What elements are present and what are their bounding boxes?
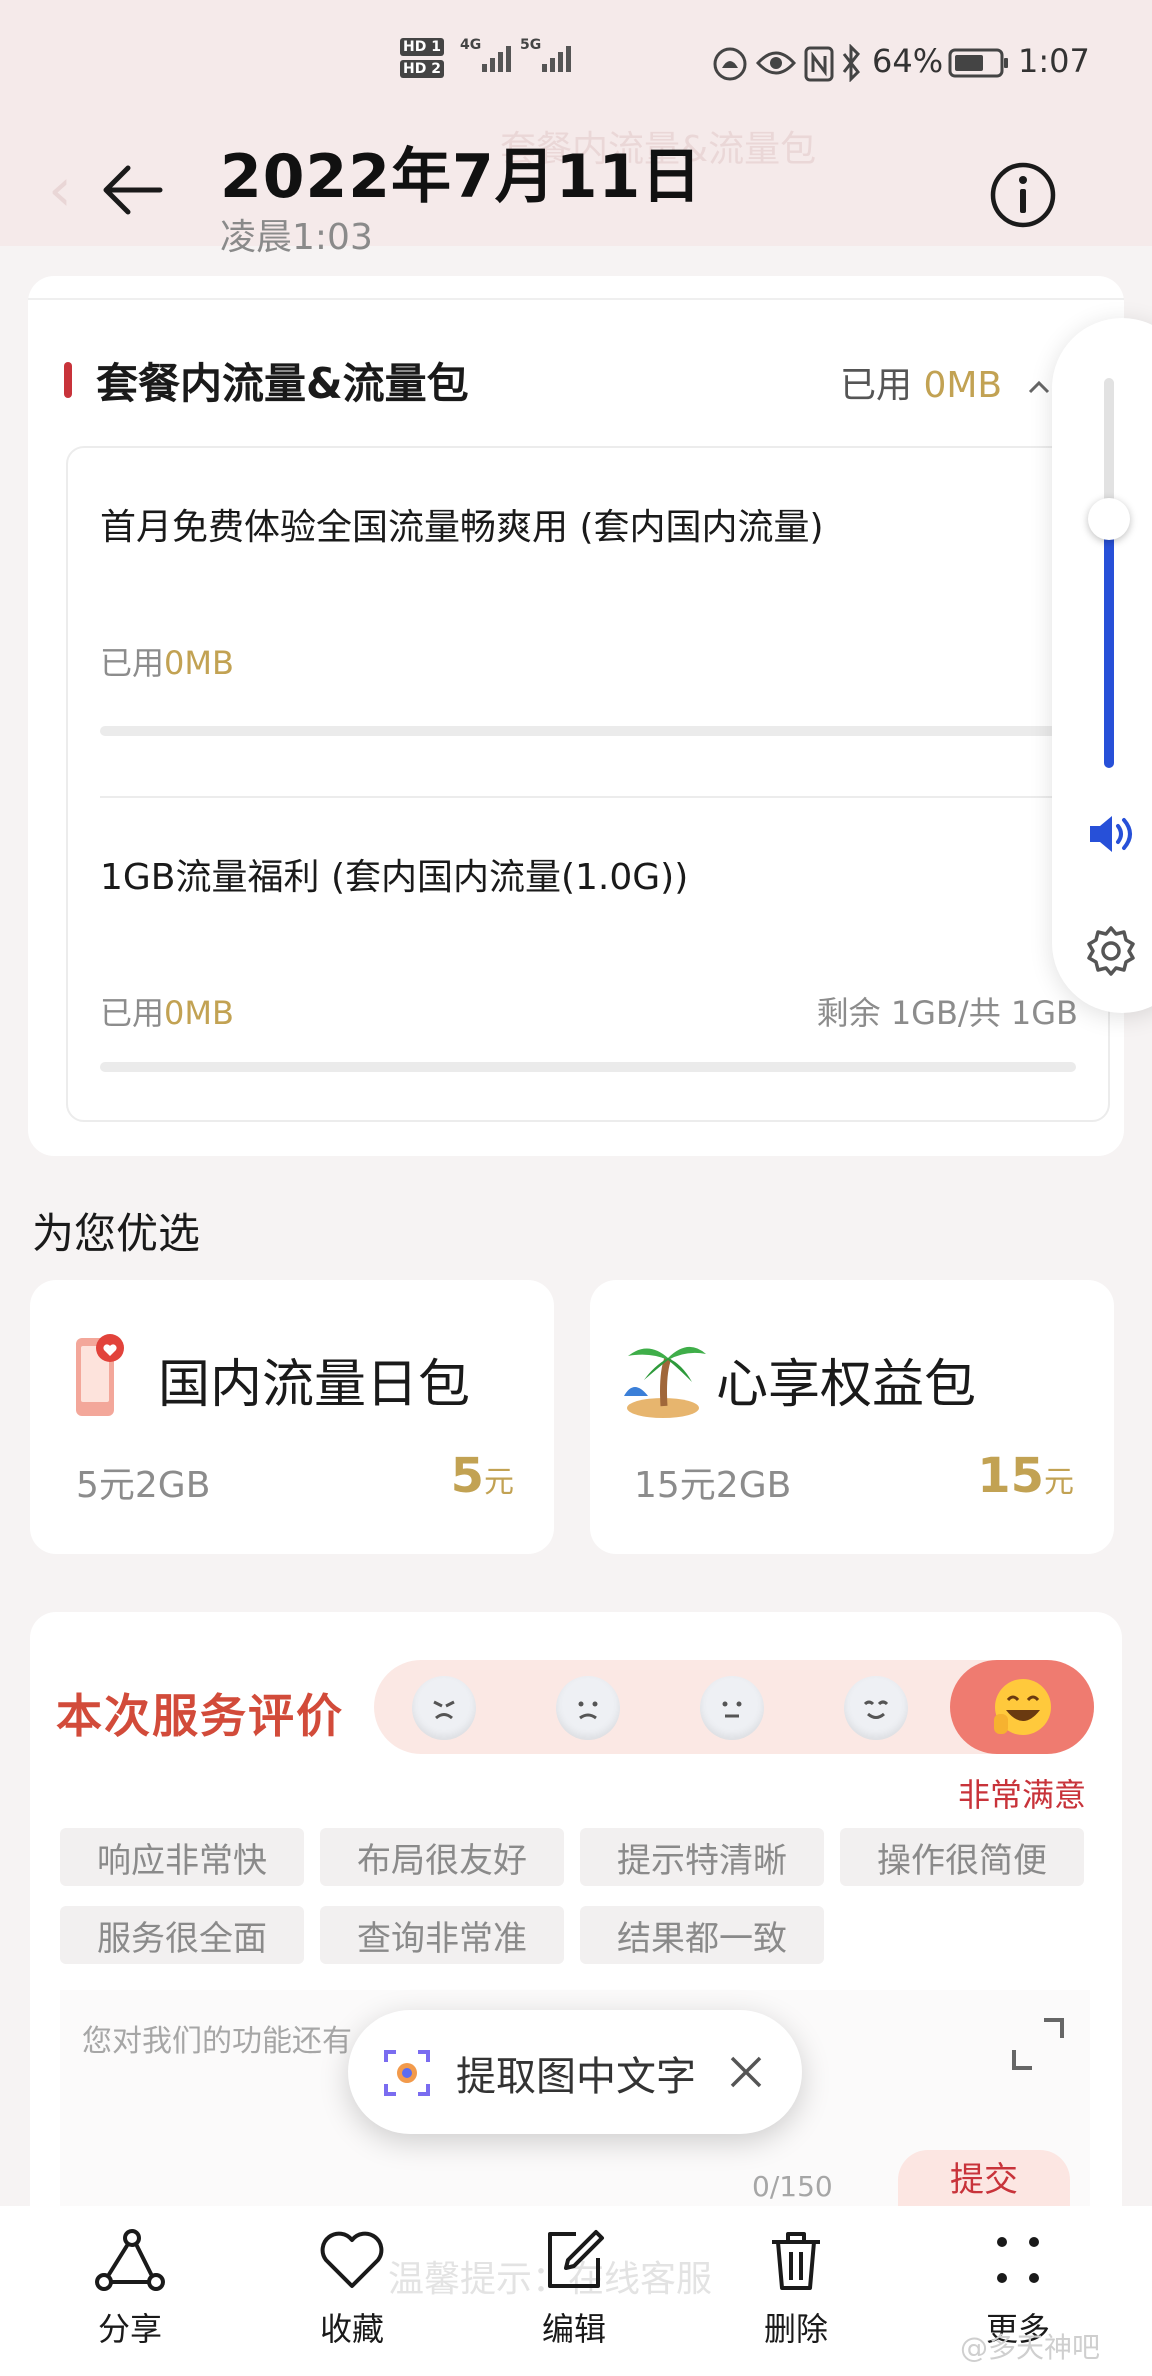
rating-tag[interactable]: 结果都一致 [580,1906,824,1964]
rating-tag[interactable]: 操作很简便 [840,1828,1084,1886]
usage-list: 首月免费体验全国流量畅爽用 (套内国内流量) 已用0MB 1GB流量福利 (套内… [66,446,1110,1122]
battery-percent: 64% [872,42,944,80]
eye-icon [756,51,796,75]
usage-item-name: 首月免费体验全国流量畅爽用 (套内国内流量) [100,507,824,548]
favorite-button[interactable]: 收藏 [282,2228,422,2350]
divider [100,796,1076,798]
sim-indicators: HD 1 HD 2 [400,38,444,78]
signal-2: 5G [520,36,571,72]
signal-1: 4G [460,36,511,72]
rating-tag[interactable]: 提示特清晰 [580,1828,824,1886]
char-counter: 0/150 [752,2170,833,2203]
speaker-icon[interactable] [1086,812,1136,856]
price-value: 15 [977,1448,1044,1504]
rating-title: 本次服务评价 [56,1689,344,1743]
smile-face-icon[interactable] [844,1676,908,1740]
usage-item-used: 已用0MB [100,638,234,684]
volume-slider-thumb[interactable] [1088,498,1130,540]
angry-face-icon[interactable] [412,1676,476,1740]
used-label: 已用 [100,994,165,1032]
offer-name: 国内流量日包 [158,1355,471,1415]
rating-tag[interactable]: 布局很友好 [320,1828,564,1886]
battery-icon [948,48,1008,78]
usage-card: 套餐内流量&流量包 已用 0MB 首月免费体验全国流量畅爽用 (套内国内流量) … [28,276,1124,1156]
volume-fill [1104,518,1114,768]
bottom-toolbar: 温馨提示：在线客服 分享 收藏 编辑 删除 更多 @多天神吧 [0,2206,1152,2376]
edit-label: 编辑 [541,2310,606,2348]
offer-price: 5元 [451,1448,514,1504]
edit-button[interactable]: 编辑 [504,2228,644,2350]
rating-selected-label: 非常满意 [958,1776,1087,1814]
rating-tag[interactable]: 查询非常准 [320,1906,564,1964]
offer-card-daily[interactable]: 国内流量日包 5元2GB 5元 [30,1280,554,1554]
usage-item-remaining: 剩余 1GB/共 1GB [816,994,1078,1032]
used-total[interactable]: 已用 0MB [840,356,1050,408]
feedback-placeholder: 您对我们的功能还有 [82,2024,352,2059]
signal-bars-icon [482,38,511,72]
share-icon [95,2229,165,2291]
happy-face-icon[interactable] [990,1674,1056,1740]
recommend-title: 为您优选 [32,1209,201,1258]
volume-panel[interactable] [1052,318,1152,1013]
divider [28,298,1124,300]
offer-desc: 5元2GB [76,1465,211,1506]
signal-bars-icon [542,38,571,72]
used-total-value: 0MB [923,365,1003,406]
price-value: 5 [450,1448,484,1504]
used-total-label: 已用 [840,365,913,406]
edit-icon [548,2230,604,2288]
sim2-badge: HD 2 [400,60,444,78]
ocr-label: 提取图中文字 [456,2054,696,2100]
eye-protect-icon [713,47,747,81]
rating-card: 本次服务评价 非常满意 响应非常快 布局很友好 提示特清晰 操作很简便 服务很全… [30,1612,1122,2232]
text-scan-icon [384,2050,430,2096]
info-icon[interactable] [988,160,1058,230]
offer-card-benefit[interactable]: 心享权益包 15元2GB 15元 [590,1280,1114,1554]
share-button[interactable]: 分享 [60,2228,200,2350]
page-subtitle-time: 凌晨1:03 [220,217,373,258]
clock: 1:07 [1018,42,1090,80]
sim1-badge: HD 1 [400,38,444,56]
used-label: 已用 [100,644,165,682]
ghost-back-icon: ‹ [48,155,72,225]
section-accent-bar [64,362,72,398]
used-value: 0MB [164,994,234,1032]
offer-desc: 15元2GB [634,1465,792,1506]
watermark: @多天神吧 [960,2331,1101,2364]
price-unit: 元 [484,1465,514,1500]
back-arrow-icon[interactable] [100,160,164,220]
usage-item-used: 已用0MB [100,988,234,1034]
usage-item-name: 1GB流量福利 (套内国内流量(1.0G)) [100,857,689,898]
neutral-face-icon[interactable] [700,1676,764,1740]
offer-price: 15元 [977,1448,1074,1504]
bluetooth-icon [842,44,860,82]
usage-progress-bar [100,1062,1076,1072]
delete-label: 删除 [763,2310,828,2348]
used-value: 0MB [164,644,234,682]
expand-icon[interactable] [1010,2016,1066,2072]
page-title-date: 2022年7月11日 [220,142,703,212]
heart-icon [320,2231,384,2288]
close-icon[interactable] [728,2054,764,2090]
rating-tag[interactable]: 服务很全面 [60,1906,304,1964]
delete-button[interactable]: 删除 [726,2228,866,2350]
palm-tree-icon [624,1346,706,1418]
offer-name: 心享权益包 [716,1355,977,1415]
trash-icon [772,2232,820,2290]
chevron-up-icon [1028,380,1049,394]
ocr-popup[interactable]: 提取图中文字 [348,2010,802,2134]
phone-heart-icon [76,1334,124,1416]
rating-tag[interactable]: 响应非常快 [60,1828,304,1886]
usage-progress-bar [100,726,1076,736]
price-unit: 元 [1044,1465,1074,1500]
more-icon [997,2237,1039,2283]
nfc-icon [804,46,834,82]
share-label: 分享 [97,2310,162,2348]
section-title: 套餐内流量&流量包 [96,359,469,408]
sad-face-icon[interactable] [556,1676,620,1740]
submit-button[interactable]: 提交 [898,2150,1070,2210]
status-bar: HD 1 HD 2 4G 5G 64% 1:07 [400,36,1120,96]
settings-gear-icon[interactable] [1084,924,1138,978]
favorite-label: 收藏 [319,2310,384,2348]
